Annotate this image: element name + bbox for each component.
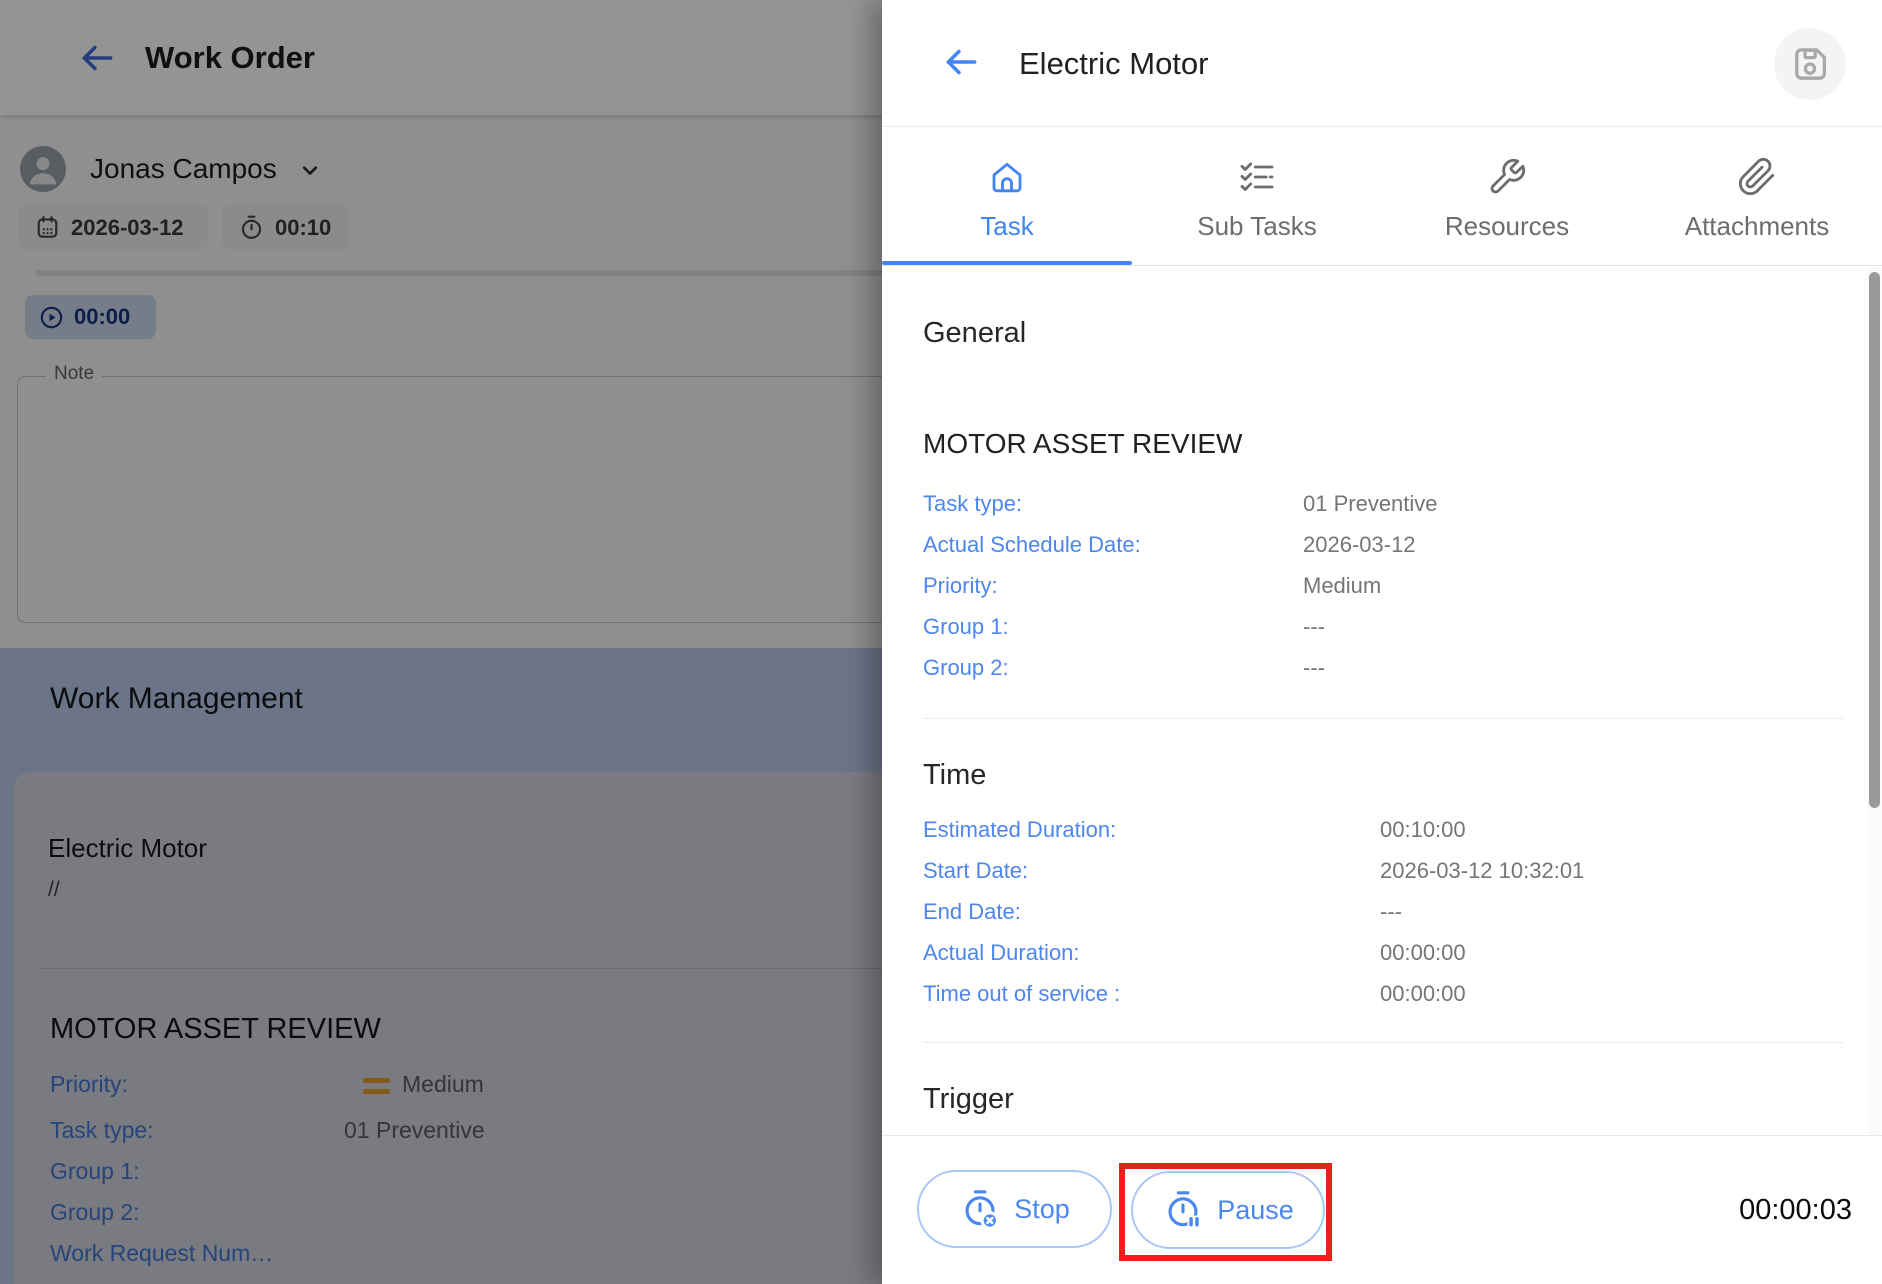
save-icon [1787,41,1833,87]
home-icon [987,157,1027,197]
group1-value: --- [1303,614,1325,640]
divider [923,718,1843,719]
divider [923,1042,1843,1043]
drawer-header: Electric Motor [882,0,1882,127]
tab-resources-label: Resources [1445,211,1569,242]
tab-attachments-label: Attachments [1685,211,1830,242]
stop-button[interactable]: Stop [917,1170,1112,1248]
pause-button-label: Pause [1217,1195,1294,1226]
actual-duration-value: 00:00:00 [1380,940,1466,966]
wrench-icon [1487,157,1527,197]
tab-task-label: Task [980,211,1033,242]
field-row: Priority: Medium [923,565,1438,606]
actual-schedule-date-value: 2026-03-12 [1303,532,1416,558]
general-rows: Task type: 01 Preventive Actual Schedule… [923,483,1438,688]
field-row: Estimated Duration: 00:10:00 [923,809,1584,850]
tab-sub-tasks[interactable]: Sub Tasks [1132,127,1382,265]
time-out-of-service-value: 00:00:00 [1380,981,1466,1007]
estimated-duration-label: Estimated Duration: [923,817,1380,843]
screen: Work Order Jonas Campos 2026-03-12 00:10 [0,0,1882,1284]
field-row: Start Date: 2026-03-12 10:32:01 [923,850,1584,891]
checklist-icon [1237,157,1277,197]
drawer-tabs: Task Sub Tasks Resources Attachments [882,127,1882,266]
general-heading: General [923,317,1026,350]
drawer-title: Electric Motor [1019,0,1208,127]
tab-sub-tasks-label: Sub Tasks [1197,211,1316,242]
stopwatch-stop-icon [959,1188,1001,1230]
paperclip-icon [1737,157,1777,197]
pause-button[interactable]: Pause [1131,1171,1325,1249]
active-tab-indicator [882,261,1132,265]
time-heading: Time [923,759,986,792]
tab-task[interactable]: Task [882,127,1132,265]
field-row: Group 2: --- [923,647,1438,688]
start-date-label: Start Date: [923,858,1380,884]
tab-attachments[interactable]: Attachments [1632,127,1882,265]
stopwatch-pause-icon [1162,1189,1204,1231]
time-rows: Estimated Duration: 00:10:00 Start Date:… [923,809,1584,1014]
stop-button-label: Stop [1014,1194,1070,1225]
field-row: Time out of service : 00:00:00 [923,973,1584,1014]
back-arrow-icon[interactable] [940,41,982,83]
time-out-of-service-label: Time out of service : [923,981,1380,1007]
start-date-value: 2026-03-12 10:32:01 [1380,858,1584,884]
save-button[interactable] [1774,28,1846,100]
actual-duration-label: Actual Duration: [923,940,1380,966]
group2-value: --- [1303,655,1325,681]
field-row: Task type: 01 Preventive [923,483,1438,524]
task-type-value: 01 Preventive [1303,491,1438,517]
priority-value: Medium [1303,573,1381,599]
motor-asset-review-heading: MOTOR ASSET REVIEW [923,428,1242,460]
running-timer: 00:00:03 [1739,1136,1852,1284]
scrollbar-thumb[interactable] [1869,272,1880,808]
priority-label: Priority: [923,573,1303,599]
field-row: End Date: --- [923,891,1584,932]
drawer-footer: Stop Pause 00:00:03 [882,1135,1882,1284]
actual-schedule-date-label: Actual Schedule Date: [923,532,1303,558]
field-row: Actual Duration: 00:00:00 [923,932,1584,973]
group2-label: Group 2: [923,655,1303,681]
field-row: Group 1: --- [923,606,1438,647]
estimated-duration-value: 00:10:00 [1380,817,1466,843]
tab-resources[interactable]: Resources [1382,127,1632,265]
task-type-label: Task type: [923,491,1303,517]
task-drawer: Electric Motor Task Sub Tasks [882,0,1882,1284]
field-row: Actual Schedule Date: 2026-03-12 [923,524,1438,565]
group1-label: Group 1: [923,614,1303,640]
end-date-label: End Date: [923,899,1380,925]
end-date-value: --- [1380,899,1402,925]
trigger-heading: Trigger [923,1083,1014,1116]
